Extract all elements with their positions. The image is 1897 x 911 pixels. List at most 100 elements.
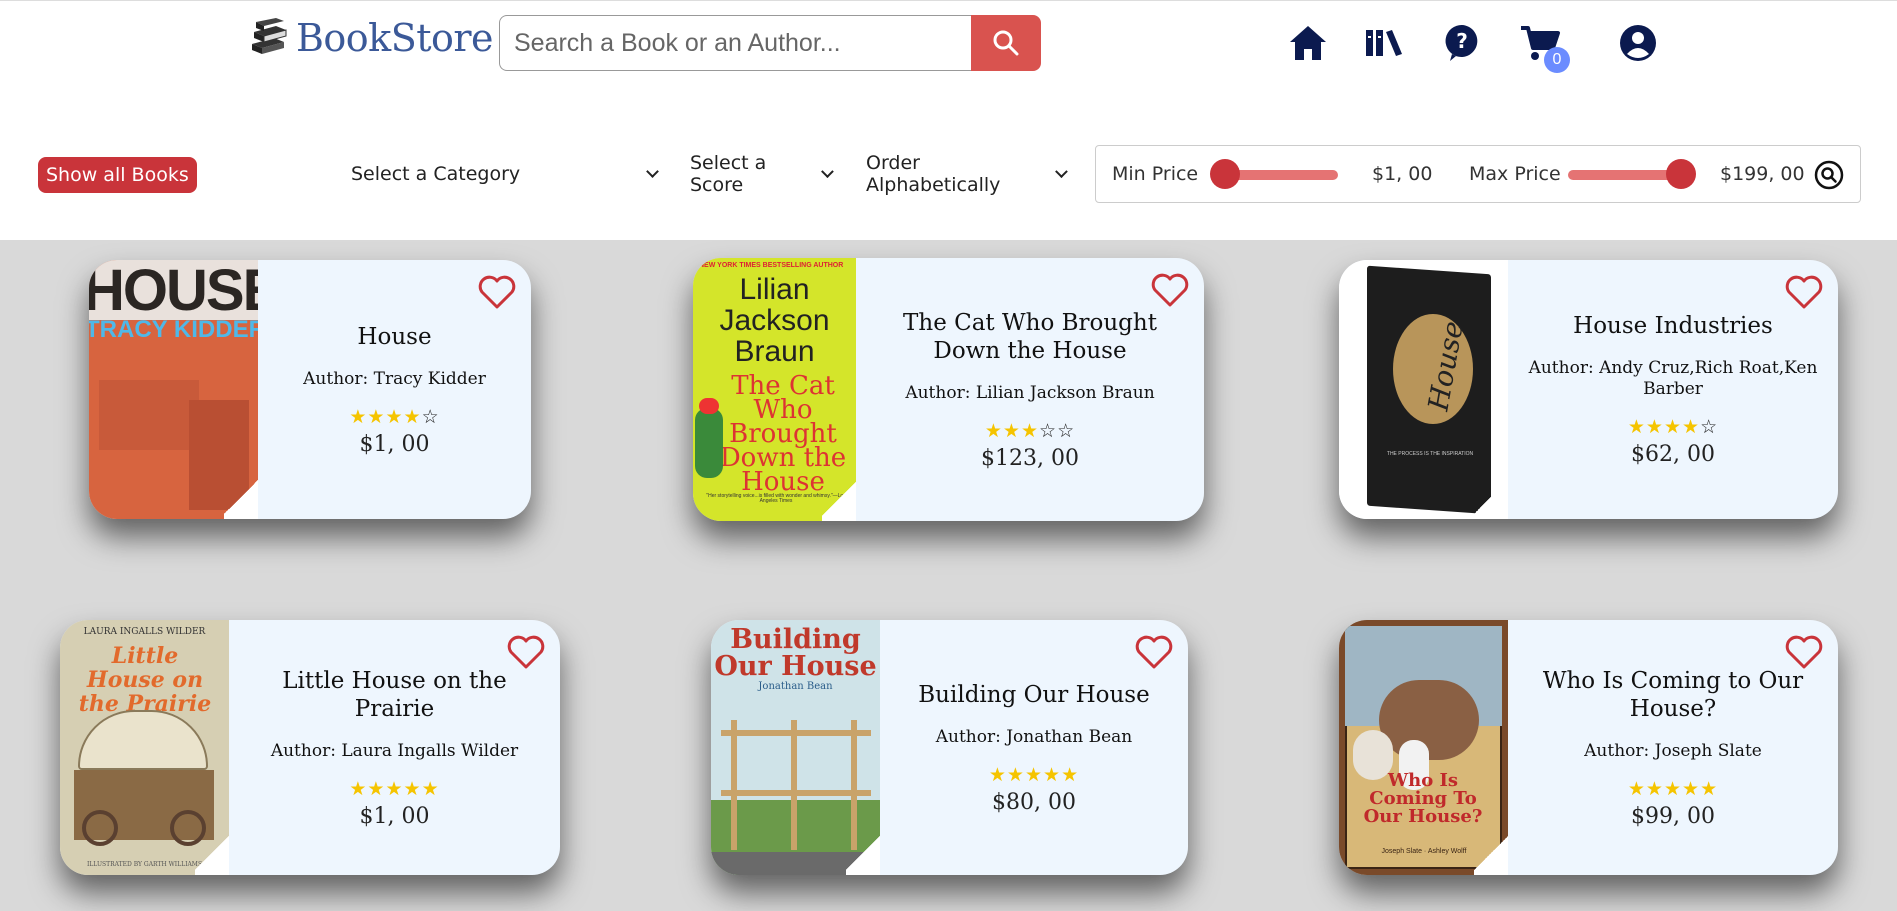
max-price-value: $199, 00	[1720, 163, 1805, 185]
category-select[interactable]: Select a Category	[351, 156, 659, 192]
book-card[interactable]: House THE PROCESS IS THE INSPIRATION Hou…	[1339, 260, 1838, 519]
order-select-label: Order Alphabetically	[866, 152, 1001, 196]
score-select[interactable]: Select a Score	[690, 152, 834, 196]
star-filled-icon: ★	[984, 419, 1003, 442]
page-curl	[846, 831, 880, 875]
cover-title: Who Is Coming To Our House?	[1363, 770, 1483, 827]
book-author: Author: Andy Cruz,Rich Roat,Ken Barber	[1528, 358, 1818, 399]
book-card[interactable]: LAURA INGALLS WILDER Little House on the…	[60, 620, 560, 875]
star-filled-icon: ★	[988, 763, 1007, 786]
star-empty-icon: ☆	[1039, 419, 1058, 442]
cover-title: HOUSE	[89, 260, 258, 323]
cover-author: LAURA INGALLS WILDER	[83, 627, 206, 637]
book-price: $80, 00	[992, 789, 1076, 815]
max-price-label: Max Price	[1469, 163, 1561, 185]
cover-tagline: THE PROCESS IS THE INSPIRATION	[1386, 451, 1474, 457]
chevron-down-icon	[646, 165, 659, 178]
book-card[interactable]: HOUSE TRACY KIDDER House Author: Tracy K…	[89, 260, 531, 519]
library-button[interactable]	[1362, 21, 1406, 65]
star-filled-icon: ★	[349, 777, 368, 800]
price-search-icon[interactable]	[1814, 160, 1844, 190]
book-cover-image: LAURA INGALLS WILDER Little House on the…	[60, 620, 229, 875]
book-price: $62, 00	[1631, 442, 1715, 467]
heart-icon[interactable]	[1134, 634, 1174, 670]
book-cover-image: House THE PROCESS IS THE INSPIRATION	[1339, 260, 1508, 519]
search-button[interactable]	[971, 15, 1041, 71]
chevron-down-icon	[1055, 165, 1068, 178]
rating-stars: ★★★★★	[349, 778, 439, 800]
rating-stars: ★★★★☆	[349, 406, 439, 428]
logo-text: BookStore	[296, 16, 494, 60]
library-icon	[1366, 30, 1402, 56]
star-filled-icon: ★	[367, 405, 386, 428]
cart-button[interactable]: 0	[1518, 21, 1570, 73]
show-all-books-button[interactable]: Show all Books	[38, 157, 197, 193]
cart-count-badge: 0	[1544, 47, 1570, 73]
page-curl	[1474, 475, 1508, 519]
rating-stars: ★★★★★	[1628, 778, 1718, 800]
book-title: The Cat Who Brought Down the House	[903, 309, 1157, 364]
book-cover-image: Building Our House Jonathan Bean	[711, 620, 880, 875]
chevron-down-icon	[821, 165, 834, 178]
book-price: $1, 00	[359, 431, 430, 457]
cover-author: Lilian Jackson Braun	[719, 273, 830, 368]
book-grid: HOUSE TRACY KIDDER House Author: Tracy K…	[0, 240, 1897, 911]
page-curl	[224, 475, 258, 519]
book-price: $123, 00	[981, 445, 1079, 471]
book-cover-image: HOUSE TRACY KIDDER	[89, 260, 258, 519]
star-filled-icon: ★	[1006, 763, 1025, 786]
star-empty-icon: ☆	[421, 405, 440, 428]
page-curl	[195, 831, 229, 875]
books-stack-icon	[252, 18, 287, 54]
score-select-label: Select a Score	[690, 152, 767, 196]
cover-author: Jonathan Bean	[758, 681, 833, 692]
heart-icon[interactable]	[477, 274, 517, 310]
min-price-value: $1, 00	[1372, 163, 1433, 185]
search-icon	[993, 30, 1019, 56]
star-filled-icon: ★	[349, 405, 368, 428]
star-filled-icon: ★	[1627, 777, 1646, 800]
star-filled-icon: ★	[1663, 416, 1683, 438]
header: BookStore ?	[0, 0, 1897, 100]
book-author: Author: Jonathan Bean	[935, 726, 1133, 747]
price-filter: Min Price $1, 00 Max Price $199, 00	[1095, 145, 1861, 203]
star-filled-icon: ★	[1663, 777, 1683, 800]
star-filled-icon: ★	[1682, 777, 1701, 800]
star-empty-icon: ☆	[1057, 419, 1076, 442]
book-card[interactable]: Building Our House Jonathan Bean Buildin…	[711, 620, 1188, 875]
order-select[interactable]: Order Alphabetically	[866, 152, 1068, 196]
rating-stars: ★★★★★	[989, 764, 1079, 786]
help-button[interactable]: ?	[1440, 21, 1484, 65]
star-filled-icon: ★	[1645, 416, 1664, 438]
cover-tagline: NEW YORK TIMES BESTSELLING AUTHOR	[699, 262, 844, 269]
cover-author: TRACY KIDDER	[89, 316, 258, 343]
account-button[interactable]	[1616, 21, 1660, 65]
star-filled-icon: ★	[403, 777, 422, 800]
search-input[interactable]	[499, 15, 971, 71]
book-title: Who Is Coming to Our House?	[1542, 667, 1804, 722]
book-author: Author: Laura Ingalls Wilder	[270, 740, 519, 761]
heart-icon[interactable]	[506, 634, 546, 670]
max-price-slider-thumb[interactable]	[1666, 159, 1696, 189]
book-price: $99, 00	[1631, 803, 1715, 829]
heart-icon[interactable]	[1784, 274, 1824, 310]
book-card[interactable]: NEW YORK TIMES BESTSELLING AUTHOR Lilian…	[693, 258, 1204, 521]
home-button[interactable]	[1286, 21, 1330, 65]
rating-stars: ★★★★☆	[1628, 416, 1718, 438]
cover-title: The Cat Who Brought Down the House	[719, 371, 847, 497]
home-icon	[1290, 26, 1326, 60]
min-price-slider-thumb[interactable]	[1210, 159, 1240, 189]
book-cover-image: NEW YORK TIMES BESTSELLING AUTHOR Lilian…	[693, 258, 856, 521]
cover-title: Little House on the Prairie	[78, 643, 212, 717]
star-filled-icon: ★	[367, 777, 386, 800]
logo[interactable]: BookStore	[246, 13, 494, 63]
star-filled-icon: ★	[385, 405, 404, 428]
filter-bar: Show all Books Select a Category Select …	[0, 100, 1897, 240]
book-author: Author: Lilian Jackson Braun	[905, 382, 1155, 403]
book-card[interactable]: Who Is Coming To Our House? Joseph Slate…	[1339, 620, 1838, 875]
star-filled-icon: ★	[421, 777, 440, 800]
book-title: House Industries	[1573, 313, 1773, 339]
heart-icon[interactable]	[1150, 272, 1190, 308]
heart-icon[interactable]	[1784, 634, 1824, 670]
book-author: Author: Joseph Slate	[1584, 740, 1762, 761]
